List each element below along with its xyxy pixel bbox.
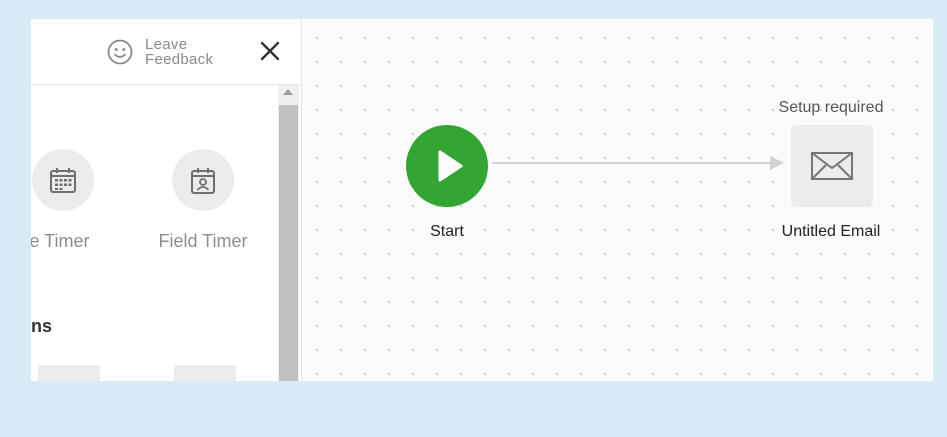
field-timer-label: Field Timer [158, 231, 248, 251]
app-frame: › Leave Feedback [31, 19, 933, 381]
workflow-canvas[interactable]: Start Setup required Untitled Email [302, 19, 933, 381]
connector-arrow [492, 156, 784, 170]
scroll-thumb[interactable] [279, 105, 298, 381]
date-timer-tool[interactable]: ate Timer [31, 149, 118, 252]
email-node[interactable] [791, 125, 873, 207]
section-title: ns [31, 316, 53, 336]
action-tool-card[interactable] [38, 365, 100, 381]
contact-calendar-icon [191, 168, 215, 194]
collapse-chevron-icon[interactable]: › [31, 44, 32, 60]
start-node[interactable] [406, 125, 488, 207]
start-node-label: Start [430, 223, 464, 240]
panel-scrollbar[interactable] [278, 85, 299, 381]
email-node-label: Untitled Email [781, 223, 881, 240]
play-icon [438, 150, 463, 182]
close-icon[interactable] [256, 37, 284, 65]
leave-feedback-button[interactable]: Leave Feedback [107, 35, 213, 69]
panel-body: ate Timer Field Timer ns [31, 85, 277, 381]
date-timer-label: ate Timer [31, 231, 90, 251]
panel-header: › Leave Feedback [31, 19, 301, 85]
field-timer-icon-circle [172, 149, 234, 211]
tools-panel: › Leave Feedback [31, 19, 302, 381]
calendar-icon [50, 168, 76, 193]
leave-feedback-label: Leave Feedback [145, 36, 214, 68]
setup-required-label: Setup required [778, 99, 884, 116]
action-tool-card[interactable] [174, 365, 236, 381]
date-timer-icon-circle [32, 149, 94, 211]
field-timer-tool[interactable]: Field Timer [148, 149, 258, 252]
smiley-icon [107, 39, 133, 65]
scroll-up-arrow-icon[interactable] [283, 89, 293, 95]
envelope-icon [811, 152, 853, 180]
